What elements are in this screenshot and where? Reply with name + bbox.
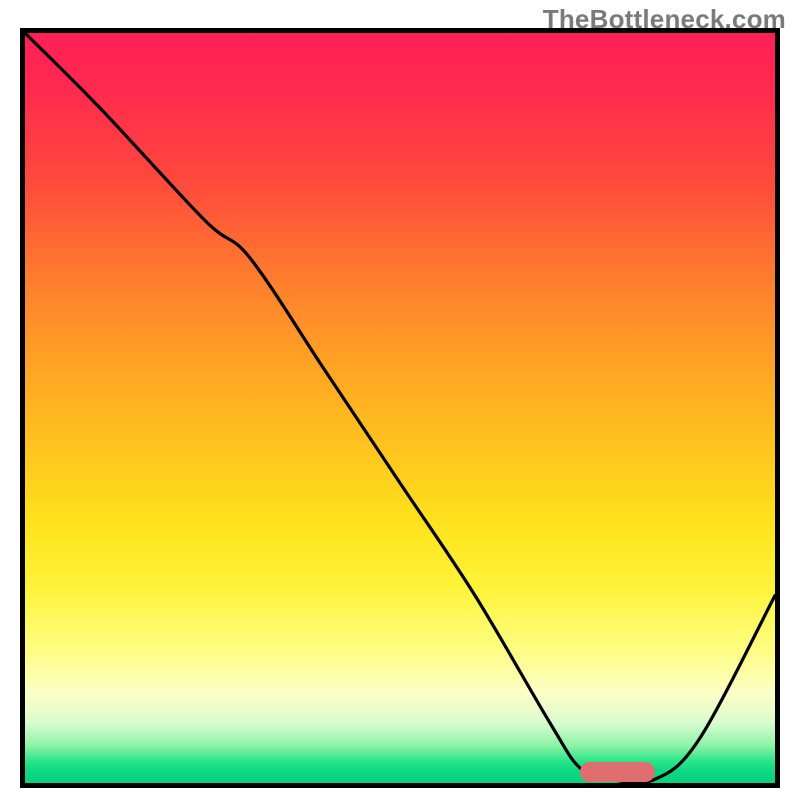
chart-overlay <box>25 33 775 783</box>
curve-path <box>25 33 775 783</box>
min-region-marker <box>580 762 655 782</box>
chart-stage: TheBottleneck.com <box>0 0 800 800</box>
chart-frame <box>20 28 780 788</box>
